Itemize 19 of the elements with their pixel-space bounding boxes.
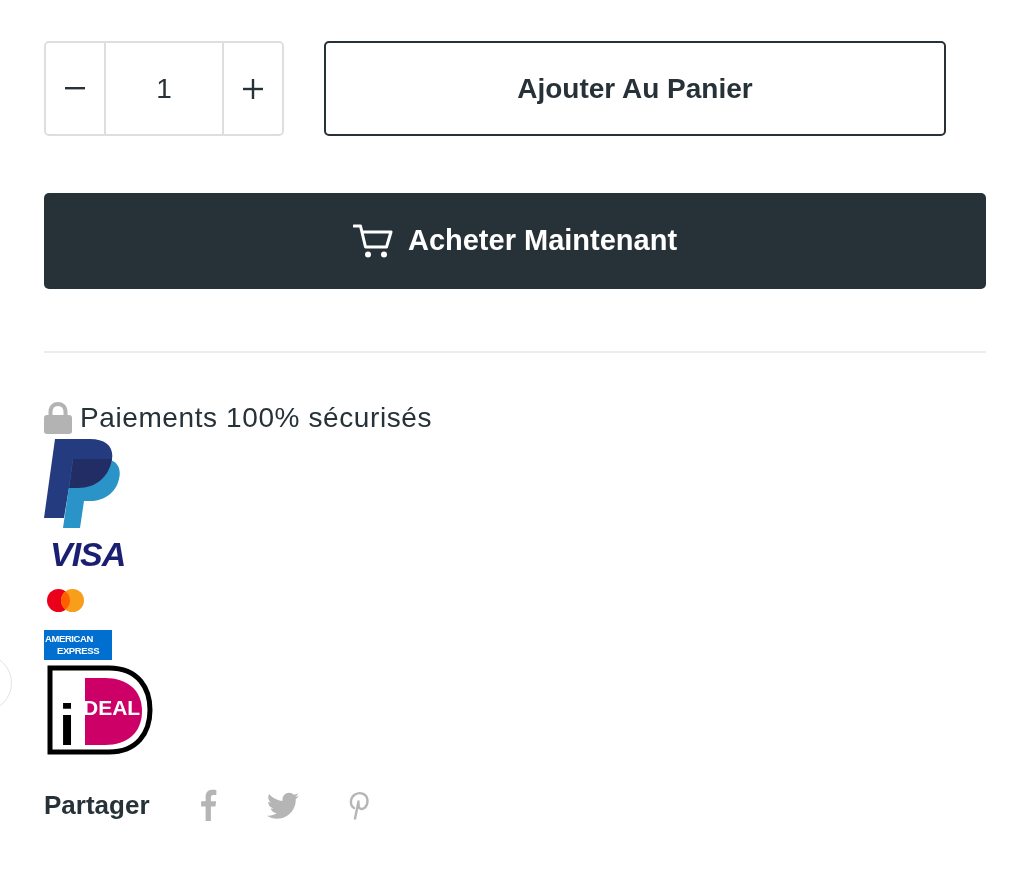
secure-payment-text: Paiements 100% sécurisés <box>80 401 433 435</box>
buy-now-button[interactable]: Acheter Maintenant <box>44 193 986 289</box>
minus-icon <box>65 87 85 90</box>
logo-text: AMERICAN <box>44 633 94 645</box>
cart-icon <box>352 223 394 259</box>
visa-logo: VISA <box>50 539 126 569</box>
lock-icon <box>44 402 72 434</box>
twitter-icon[interactable] <box>266 791 299 819</box>
logo-text: DEAL <box>83 696 141 719</box>
plus-icon <box>243 78 263 99</box>
quantity-field[interactable]: 1 <box>104 43 224 134</box>
quantity-stepper[interactable]: 1 <box>44 41 284 136</box>
mastercard-logo <box>47 589 84 612</box>
logo-text: i <box>59 692 76 755</box>
add-to-cart-button[interactable]: Ajouter Au Panier <box>324 41 946 136</box>
share-label: Partager <box>44 789 150 822</box>
logo-text: EXPRESS <box>56 645 101 657</box>
pinterest-icon[interactable] <box>347 790 369 820</box>
facebook-icon[interactable] <box>199 789 217 821</box>
